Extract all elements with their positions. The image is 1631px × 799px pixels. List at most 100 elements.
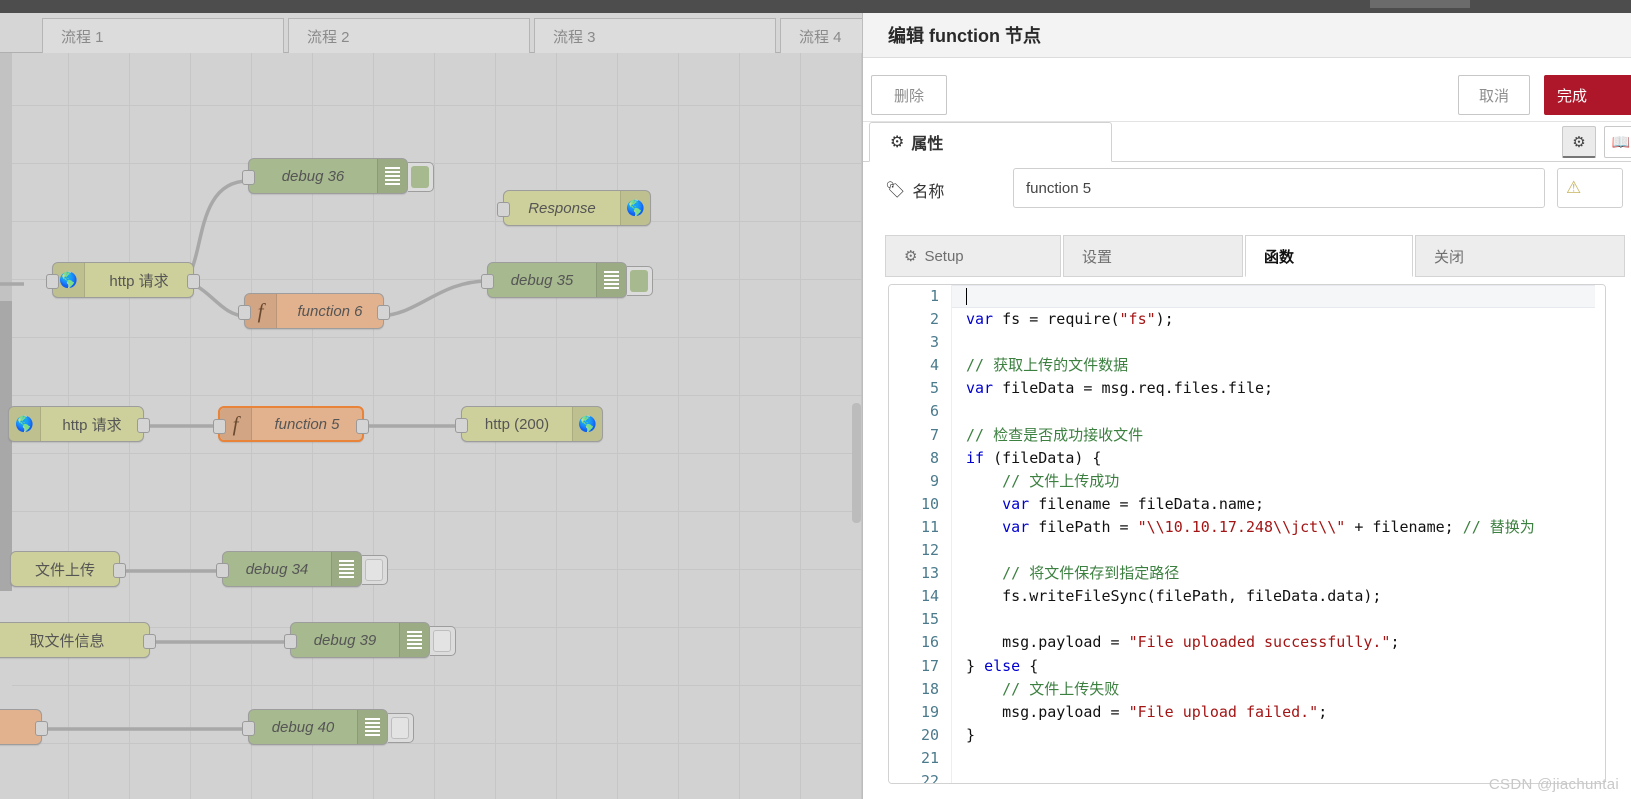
node-output-port[interactable] xyxy=(143,634,156,649)
subtab-setup[interactable]: ⚙ Setup xyxy=(885,235,1061,277)
node-input-port[interactable] xyxy=(238,305,251,320)
node-input-port[interactable] xyxy=(284,634,297,649)
line-number: 16 xyxy=(920,633,939,652)
node-response[interactable]: Response 🌎 xyxy=(497,190,651,226)
wire-function5-http200 xyxy=(361,423,465,431)
node-output-port[interactable] xyxy=(377,305,390,320)
node-input-port[interactable] xyxy=(481,274,494,289)
code-line[interactable]: } else { xyxy=(952,655,1605,678)
subtab-function-label: 函数 xyxy=(1264,248,1295,266)
code-line[interactable] xyxy=(952,747,1605,770)
name-label: 🏷 名称 xyxy=(885,178,944,202)
code-line[interactable]: var filePath = "\\10.10.17.248\\jct\\" +… xyxy=(952,516,1605,539)
settings-gear-button[interactable]: ⚙ xyxy=(1562,126,1596,158)
node-function-6[interactable]: f function 6 xyxy=(238,293,390,329)
node-output-port[interactable] xyxy=(113,563,126,578)
code-line[interactable]: // 将文件保存到指定路径 xyxy=(952,562,1605,585)
node-debug-35[interactable]: debug 35 xyxy=(481,262,653,298)
help-book-button[interactable]: 📖 xyxy=(1604,126,1631,158)
code-line[interactable]: var filename = fileData.name; xyxy=(952,493,1605,516)
node-http-request-1[interactable]: 🌎 http 请求 xyxy=(46,262,200,298)
node-http-200-label: http (200) xyxy=(484,415,550,433)
node-debug-36-label: debug 36 xyxy=(281,167,345,185)
confirm-button[interactable]: 完成 xyxy=(1544,75,1631,115)
function-code-editor[interactable]: 1 2 3 4 5 6 7 8 9 10 11 12 13 14 15 16 17 18 19 20 21 22 var … xyxy=(888,284,1606,784)
delete-button[interactable]: 删除 xyxy=(871,75,947,115)
cancel-button[interactable]: 取消 xyxy=(1458,75,1530,115)
code-line[interactable] xyxy=(952,400,1605,423)
subtab-settings[interactable]: 设置 xyxy=(1063,235,1243,277)
code-line[interactable]: // 检查是否成功接收文件 xyxy=(952,424,1605,447)
code-line[interactable]: var fileData = msg.req.files.file; xyxy=(952,377,1605,400)
node-function-partial[interactable] xyxy=(0,709,48,745)
watermark: CSDN @jiachuntai xyxy=(1488,776,1619,793)
node-debug-34[interactable]: debug 34 xyxy=(216,551,388,587)
code-lines[interactable]: var fs = require("fs");// 获取上传的文件数据 var f… xyxy=(951,285,1605,783)
code-line[interactable]: if (fileData) { xyxy=(952,447,1605,470)
flow-tab-2[interactable]: 流程 2 xyxy=(288,18,530,53)
node-file-upload-label: 文件上传 xyxy=(34,561,95,579)
debug-icon xyxy=(377,159,407,193)
node-input-port[interactable] xyxy=(216,563,229,578)
node-input-port[interactable] xyxy=(213,419,226,434)
code-line[interactable]: // 文件上传失败 xyxy=(952,678,1605,701)
node-input-port[interactable] xyxy=(46,274,59,289)
debug-icon xyxy=(331,552,361,586)
code-line[interactable] xyxy=(952,608,1605,631)
node-input-port[interactable] xyxy=(242,721,255,736)
node-output-port[interactable] xyxy=(35,721,48,736)
node-http-request-2[interactable]: 🌎 http 请求 xyxy=(8,406,150,442)
debug-toggle-button[interactable] xyxy=(627,266,653,296)
node-get-file-info[interactable]: 取文件信息 xyxy=(0,622,156,658)
flow-canvas[interactable]: debug 36 Response 🌎 🌎 http 请求 f function… xyxy=(0,53,862,799)
code-line-numbers: 1 2 3 4 5 6 7 8 9 10 11 12 13 14 15 16 17 18 19 20 21 22 xyxy=(889,285,951,783)
canvas-scroll-handle[interactable] xyxy=(852,403,861,523)
code-line[interactable]: // 文件上传成功 xyxy=(952,470,1605,493)
flow-tab-1[interactable]: 流程 1 xyxy=(42,18,284,53)
subtab-close[interactable]: 关闭 xyxy=(1415,235,1625,277)
node-http-200[interactable]: http (200) 🌎 xyxy=(455,406,603,442)
node-output-port[interactable] xyxy=(187,274,200,289)
name-label-text: 名称 xyxy=(912,184,945,201)
line-number: 3 xyxy=(929,333,939,352)
code-line[interactable]: msg.payload = "File upload failed."; xyxy=(952,701,1605,724)
gear-icon: ⚙ xyxy=(904,248,918,265)
node-input-port[interactable] xyxy=(242,170,255,185)
node-name-input[interactable] xyxy=(1013,168,1545,208)
code-line[interactable]: var fs = require("fs"); xyxy=(952,308,1605,331)
flow-tab-3[interactable]: 流程 3 xyxy=(534,18,776,53)
flow-tab-4[interactable]: 流程 4 xyxy=(780,18,862,53)
node-output-port[interactable] xyxy=(137,418,150,433)
scrollbar-thumb-upper[interactable] xyxy=(0,53,12,301)
wire-getfile-debug39 xyxy=(146,639,294,647)
node-file-upload[interactable]: 文件上传 xyxy=(10,551,126,587)
node-debug-39[interactable]: debug 39 xyxy=(284,622,456,658)
node-http-request-2-label: http 请求 xyxy=(62,416,122,434)
code-line[interactable] xyxy=(952,539,1605,562)
subtab-function[interactable]: 函数 xyxy=(1245,235,1413,277)
node-debug-36[interactable]: debug 36 xyxy=(242,158,434,194)
debug-toggle-button[interactable] xyxy=(362,555,388,585)
node-input-port[interactable] xyxy=(455,418,468,433)
debug-toggle-button[interactable] xyxy=(430,626,456,656)
tab-properties[interactable]: ⚙ 属性 xyxy=(869,122,1112,162)
code-line[interactable]: // 获取上传的文件数据 xyxy=(952,354,1605,377)
flow-tab-1-label: 流程 1 xyxy=(61,28,104,46)
book-icon: 📖 xyxy=(1611,134,1631,151)
node-output-port[interactable] xyxy=(356,419,369,434)
code-line[interactable]: } xyxy=(952,724,1605,747)
flow-tab-4-label: 流程 4 xyxy=(799,28,842,46)
node-debug-40[interactable]: debug 40 xyxy=(242,709,414,745)
code-line[interactable] xyxy=(952,285,1605,309)
code-vertical-scrollbar[interactable] xyxy=(1595,285,1605,783)
node-input-port[interactable] xyxy=(497,202,510,217)
code-line[interactable] xyxy=(952,331,1605,354)
code-line[interactable]: msg.payload = "File uploaded successfull… xyxy=(952,631,1605,654)
node-function-5[interactable]: f function 5 xyxy=(213,406,369,442)
debug-toggle-button[interactable] xyxy=(408,162,434,192)
tab-properties-label: 属性 xyxy=(911,136,944,153)
code-scroll-region[interactable]: 1 2 3 4 5 6 7 8 9 10 11 12 13 14 15 16 17 18 19 20 21 22 var … xyxy=(889,285,1605,783)
scrollbar-thumb-lower[interactable] xyxy=(0,301,12,591)
code-line[interactable]: fs.writeFileSync(filePath, fileData.data… xyxy=(952,585,1605,608)
debug-toggle-button[interactable] xyxy=(388,713,414,743)
